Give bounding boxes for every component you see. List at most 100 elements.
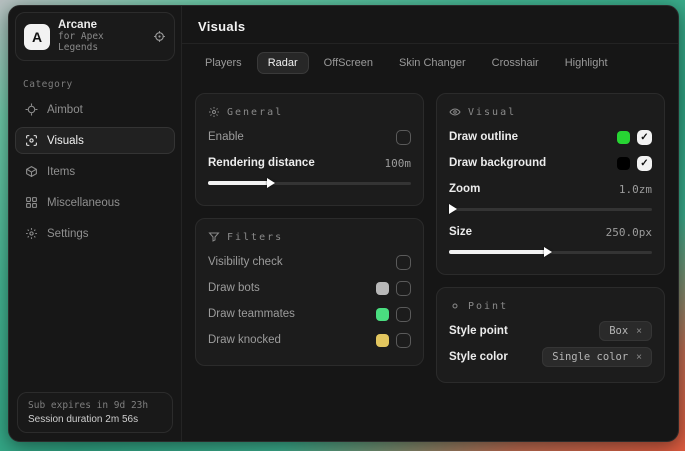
- style-color-label: Style color: [449, 351, 534, 363]
- draw-bots-checkbox[interactable]: [396, 281, 411, 296]
- panel-visual: Visual Draw outline ✓ Draw background: [436, 93, 665, 275]
- size-slider[interactable]: [449, 246, 652, 258]
- sidebar-item-miscellaneous[interactable]: Miscellaneous: [15, 189, 175, 216]
- eye-icon: [449, 106, 461, 118]
- grid-icon: [25, 196, 38, 209]
- sidebar: A Arcane for Apex Legends Category: [9, 6, 182, 441]
- panel-visual-header: Visual: [449, 104, 652, 124]
- draw-background-label: Draw background: [449, 157, 609, 169]
- chip-label: Box: [609, 325, 628, 337]
- tab-crosshair[interactable]: Crosshair: [481, 52, 550, 74]
- rendering-distance-label: Rendering distance: [208, 157, 377, 169]
- panel-filters-header: Filters: [208, 229, 411, 249]
- style-point-label: Style point: [449, 325, 591, 337]
- draw-outline-checkbox[interactable]: ✓: [637, 130, 652, 145]
- style-color-chip[interactable]: Single color ×: [542, 347, 652, 367]
- panel-title: Filters: [227, 232, 283, 243]
- chip-close-icon[interactable]: ×: [636, 352, 642, 363]
- draw-background-checkbox[interactable]: ✓: [637, 156, 652, 171]
- rendering-distance-slider[interactable]: [208, 177, 411, 189]
- panel-point-header: Point: [449, 298, 652, 318]
- content-grid: General Enable Rendering distance 100m: [182, 80, 678, 441]
- tab-offscreen[interactable]: OffScreen: [313, 52, 384, 74]
- zoom-row: Zoom 1.0zm: [449, 176, 652, 202]
- draw-teammates-color-swatch[interactable]: [376, 308, 389, 321]
- size-row: Size 250.0px: [449, 219, 652, 245]
- session-duration-text: Session duration 2m 56s: [28, 414, 162, 425]
- brand-card: A Arcane for Apex Legends: [15, 12, 175, 61]
- main-area: Visuals Players Radar OffScreen Skin Cha…: [182, 6, 678, 441]
- sidebar-item-label: Visuals: [47, 135, 84, 147]
- draw-teammates-row: Draw teammates: [208, 301, 411, 327]
- sidebar-item-aimbot[interactable]: Aimbot: [15, 96, 175, 123]
- sidebar-item-label: Aimbot: [47, 104, 83, 116]
- tab-players[interactable]: Players: [194, 52, 253, 74]
- visibility-check-label: Visibility check: [208, 256, 388, 268]
- style-point-chip[interactable]: Box ×: [599, 321, 652, 341]
- tab-radar[interactable]: Radar: [257, 52, 309, 74]
- size-label: Size: [449, 226, 598, 238]
- subscription-footer: Sub expires in 9d 23h Session duration 2…: [17, 392, 173, 433]
- sidebar-item-items[interactable]: Items: [15, 158, 175, 185]
- draw-knocked-color-swatch[interactable]: [376, 334, 389, 347]
- enable-label: Enable: [208, 131, 388, 143]
- cube-icon: [25, 165, 38, 178]
- tab-skin-changer[interactable]: Skin Changer: [388, 52, 477, 74]
- panel-title: Visual: [468, 107, 516, 118]
- panel-point: Point Style point Box × Style color Sing…: [436, 287, 665, 383]
- draw-teammates-checkbox[interactable]: [396, 307, 411, 322]
- draw-outline-label: Draw outline: [449, 131, 609, 143]
- zoom-value: 1.0zm: [619, 183, 652, 196]
- chip-label: Single color: [552, 351, 628, 363]
- chip-close-icon[interactable]: ×: [636, 326, 642, 337]
- zoom-slider[interactable]: [449, 203, 652, 215]
- rendering-distance-value: 100m: [385, 157, 412, 170]
- slider-thumb[interactable]: [449, 204, 457, 214]
- sub-expires-text: Sub expires in 9d 23h: [28, 400, 162, 411]
- slider-thumb[interactable]: [267, 178, 275, 188]
- draw-knocked-checkbox[interactable]: [396, 333, 411, 348]
- dot-icon: [449, 300, 461, 312]
- sidebar-item-label: Settings: [47, 228, 89, 240]
- target-settings-icon[interactable]: [153, 30, 166, 43]
- eye-scan-icon: [25, 134, 38, 147]
- rendering-distance-row: Rendering distance 100m: [208, 150, 411, 176]
- style-point-row: Style point Box ×: [449, 318, 652, 344]
- visibility-check-row: Visibility check: [208, 249, 411, 275]
- draw-bots-row: Draw bots: [208, 275, 411, 301]
- draw-outline-row: Draw outline ✓: [449, 124, 652, 150]
- draw-bots-color-swatch[interactable]: [376, 282, 389, 295]
- brand-text: Arcane for Apex Legends: [58, 19, 145, 54]
- page-title: Visuals: [198, 19, 662, 34]
- funnel-icon: [208, 231, 220, 243]
- brand-subtitle: for Apex Legends: [58, 32, 145, 54]
- draw-background-color-swatch[interactable]: [617, 157, 630, 170]
- draw-bots-label: Draw bots: [208, 282, 368, 294]
- draw-teammates-label: Draw teammates: [208, 308, 368, 320]
- panel-title: Point: [468, 301, 508, 312]
- brand-logo: A: [24, 24, 50, 50]
- panel-general-header: General: [208, 104, 411, 124]
- sidebar-item-visuals[interactable]: Visuals: [15, 127, 175, 154]
- enable-checkbox[interactable]: [396, 130, 411, 145]
- sidebar-item-settings[interactable]: Settings: [15, 220, 175, 247]
- general-gear-icon: [208, 106, 220, 118]
- sidebar-item-label: Items: [47, 166, 75, 178]
- draw-knocked-row: Draw knocked: [208, 327, 411, 353]
- draw-outline-color-swatch[interactable]: [617, 131, 630, 144]
- gear-icon: [25, 227, 38, 240]
- size-value: 250.0px: [606, 226, 652, 239]
- tab-highlight[interactable]: Highlight: [554, 52, 619, 74]
- sidebar-nav: Aimbot Visuals Items: [9, 96, 181, 247]
- style-color-row: Style color Single color ×: [449, 344, 652, 370]
- visibility-check-checkbox[interactable]: [396, 255, 411, 270]
- draw-knocked-label: Draw knocked: [208, 334, 368, 346]
- main-header: Visuals: [182, 6, 678, 44]
- enable-row: Enable: [208, 124, 411, 150]
- sidebar-item-label: Miscellaneous: [47, 197, 120, 209]
- panel-general: General Enable Rendering distance 100m: [195, 93, 424, 206]
- panel-filters: Filters Visibility check Draw bots: [195, 218, 424, 366]
- zoom-label: Zoom: [449, 183, 611, 195]
- panel-title: General: [227, 107, 283, 118]
- slider-thumb[interactable]: [544, 247, 552, 257]
